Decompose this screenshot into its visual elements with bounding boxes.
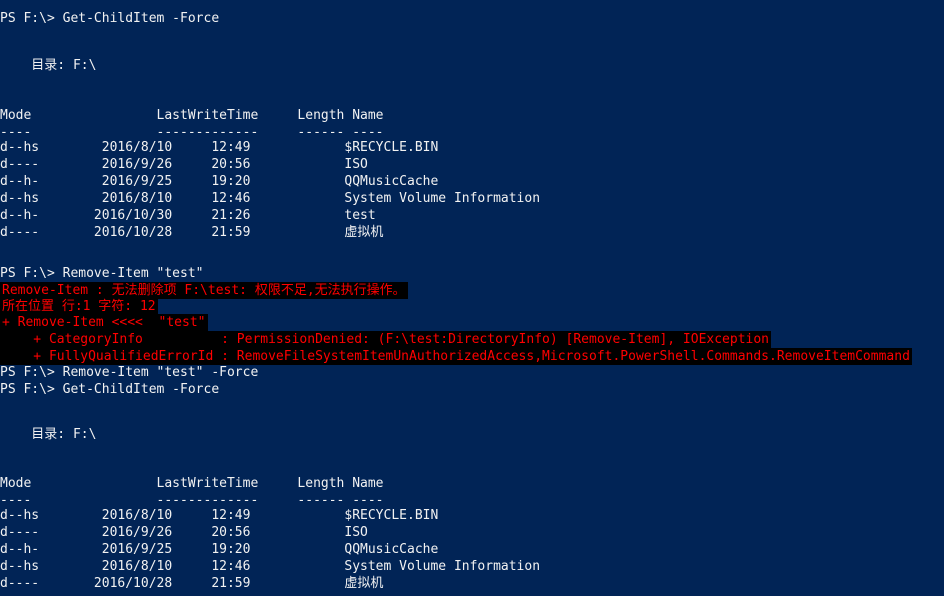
directory-header: 目录: F:\ <box>0 58 97 73</box>
console-line-command: PS F:\> Remove-Item "test" -Force <box>0 365 259 380</box>
table-column-header: Mode LastWriteTime Length Name <box>0 108 384 123</box>
table-row: d--hs 2016/8/10 12:46 System Volume Info… <box>0 559 541 574</box>
directory-header: 目录: F:\ <box>0 427 97 442</box>
error-message-line: Remove-Item : 无法删除项 F:\test: 权限不足,无法执行操作… <box>0 282 408 299</box>
table-row: d--h- 2016/9/25 19:20 QQMusicCache <box>0 542 439 557</box>
error-text: + CategoryInfo : PermissionDenied: (F:\t… <box>0 331 772 348</box>
error-position-line: 所在位置 行:1 字符: 12 <box>0 298 158 315</box>
table-row: d--h- 2016/10/30 21:26 test <box>0 208 376 223</box>
table-row: d---- 2016/10/28 21:59 虚拟机 <box>0 225 384 240</box>
error-caret-line: + Remove-Item <<<< "test" <box>0 314 208 331</box>
table-row: d--hs 2016/8/10 12:49 $RECYCLE.BIN <box>0 508 439 523</box>
table-row: d--h- 2016/9/25 19:20 QQMusicCache <box>0 174 439 189</box>
error-text: + FullyQualifiedErrorId : RemoveFileSyst… <box>0 348 912 365</box>
console-line-command: PS F:\> Get-ChildItem -Force <box>0 11 220 26</box>
table-row: d--hs 2016/8/10 12:49 $RECYCLE.BIN <box>0 140 439 155</box>
error-text: 所在位置 行:1 字符: 12 <box>0 298 158 315</box>
error-fully-qualified-id: + FullyQualifiedErrorId : RemoveFileSyst… <box>0 348 912 365</box>
console-line-command: PS F:\> Remove-Item "test" <box>0 266 204 281</box>
error-category-info: + CategoryInfo : PermissionDenied: (F:\t… <box>0 331 772 348</box>
table-row: d---- 2016/10/28 21:59 虚拟机 <box>0 576 384 591</box>
table-row: d---- 2016/9/26 20:56 ISO <box>0 525 368 540</box>
table-row: d--hs 2016/8/10 12:46 System Volume Info… <box>0 191 541 206</box>
error-text: + Remove-Item <<<< "test" <box>0 314 208 331</box>
console-line-command: PS F:\> Get-ChildItem -Force <box>0 382 220 397</box>
table-column-header: Mode LastWriteTime Length Name <box>0 476 384 491</box>
table-row: d---- 2016/9/26 20:56 ISO <box>0 157 368 172</box>
error-text: Remove-Item : 无法删除项 F:\test: 权限不足,无法执行操作… <box>0 282 408 299</box>
powershell-console[interactable]: PS F:\> Get-ChildItem -Force 目录: F:\ Mod… <box>0 0 944 596</box>
